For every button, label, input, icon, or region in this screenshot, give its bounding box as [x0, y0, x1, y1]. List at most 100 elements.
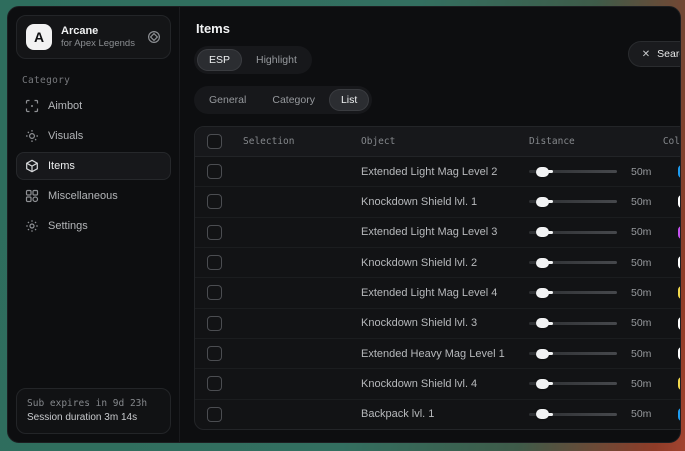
table-row: Knockdown Shield lvl. 2 50m: [195, 248, 681, 278]
distance-value: 50m: [631, 378, 651, 390]
row-checkbox[interactable]: [207, 285, 222, 300]
distance-value: 50m: [631, 348, 651, 360]
table-row: Extended Light Mag Level 3 50m: [195, 218, 681, 248]
distance-value: 50m: [631, 166, 651, 178]
object-name: Knockdown Shield lvl. 3: [361, 317, 529, 329]
sidebar: A Arcane for Apex Legends Category Aimbo…: [8, 7, 180, 442]
column-header-distance: Distance: [529, 136, 651, 147]
sidebar-item-visuals[interactable]: Visuals: [16, 122, 171, 150]
object-name: Extended Light Mag Level 4: [361, 287, 529, 299]
color-swatch[interactable]: [678, 347, 681, 360]
category-label: Category: [22, 75, 165, 86]
distance-slider[interactable]: [529, 382, 617, 385]
distance-slider[interactable]: [529, 200, 617, 203]
object-name: Knockdown Shield lvl. 4: [361, 378, 529, 390]
distance-value: 50m: [631, 317, 651, 329]
session-duration-text: Session duration 3m 14s: [27, 411, 160, 425]
distance-slider[interactable]: [529, 261, 617, 264]
table-header-row: Selection Object Distance Color: [195, 127, 681, 157]
color-swatch[interactable]: [678, 286, 681, 299]
slider-thumb[interactable]: [536, 379, 549, 389]
distance-value: 50m: [631, 226, 651, 238]
tab-category[interactable]: Category: [260, 89, 327, 111]
table-row: Knockdown Shield lvl. 1 50m: [195, 187, 681, 217]
distance-slider[interactable]: [529, 291, 617, 294]
object-name: Extended Heavy Mag Level 1: [361, 348, 529, 360]
sidebar-item-items[interactable]: Items: [16, 152, 171, 180]
column-header-selection: Selection: [243, 136, 361, 147]
session-info-card: Sub expires in 9d 23h Session duration 3…: [16, 388, 171, 434]
mode-tabs: ESPHighlight: [194, 46, 312, 74]
table-body: Extended Light Mag Level 2 50m Knockdown…: [195, 157, 681, 429]
row-checkbox[interactable]: [207, 194, 222, 209]
x-icon: ✕: [642, 49, 650, 60]
object-name: Backpack lvl. 1: [361, 408, 529, 420]
row-checkbox[interactable]: [207, 225, 222, 240]
tab-esp[interactable]: ESP: [197, 49, 242, 71]
tab-list[interactable]: List: [329, 89, 369, 111]
sidebar-item-settings[interactable]: Settings: [16, 212, 171, 240]
table-row: Extended Light Mag Level 2 50m: [195, 157, 681, 187]
page-title: Items: [196, 21, 681, 36]
object-name: Knockdown Shield lvl. 2: [361, 257, 529, 269]
table-row: Knockdown Shield lvl. 3 50m: [195, 309, 681, 339]
row-checkbox[interactable]: [207, 376, 222, 391]
items-table: Selection Object Distance Color Extended…: [194, 126, 681, 430]
view-tabs: GeneralCategoryList: [194, 86, 372, 114]
slider-thumb[interactable]: [536, 258, 549, 268]
slider-thumb[interactable]: [536, 288, 549, 298]
distance-slider[interactable]: [529, 413, 617, 416]
row-checkbox[interactable]: [207, 346, 222, 361]
color-swatch[interactable]: [678, 256, 681, 269]
row-checkbox[interactable]: [207, 407, 222, 422]
distance-slider[interactable]: [529, 322, 617, 325]
row-checkbox[interactable]: [207, 164, 222, 179]
distance-value: 50m: [631, 257, 651, 269]
sidebar-item-miscellaneous[interactable]: Miscellaneous: [16, 182, 171, 210]
table-row: Extended Light Mag Level 4 50m: [195, 278, 681, 308]
select-all-checkbox[interactable]: [207, 134, 222, 149]
gear-icon: [25, 219, 39, 233]
sidebar-item-label: Miscellaneous: [48, 190, 118, 202]
row-checkbox[interactable]: [207, 316, 222, 331]
tab-general[interactable]: General: [197, 89, 258, 111]
search-button[interactable]: ✕ Search: [628, 41, 681, 67]
sidebar-item-label: Visuals: [48, 130, 83, 142]
slider-thumb[interactable]: [536, 167, 549, 177]
table-row: Backpack lvl. 1 50m: [195, 400, 681, 429]
distance-slider[interactable]: [529, 352, 617, 355]
tab-highlight[interactable]: Highlight: [244, 49, 309, 71]
table-row: Extended Heavy Mag Level 1 50m: [195, 339, 681, 369]
color-swatch[interactable]: [678, 165, 681, 178]
slider-thumb[interactable]: [536, 349, 549, 359]
object-name: Knockdown Shield lvl. 1: [361, 196, 529, 208]
app-subtitle: for Apex Legends: [61, 38, 138, 50]
sidebar-item-aimbot[interactable]: Aimbot: [16, 92, 171, 120]
distance-slider[interactable]: [529, 231, 617, 234]
slider-thumb[interactable]: [536, 409, 549, 419]
app-logo: A: [26, 24, 52, 50]
color-swatch[interactable]: [678, 317, 681, 330]
color-swatch[interactable]: [678, 408, 681, 421]
distance-value: 50m: [631, 287, 651, 299]
sub-expires-text: Sub expires in 9d 23h: [27, 397, 160, 411]
color-swatch[interactable]: [678, 195, 681, 208]
color-swatch[interactable]: [678, 377, 681, 390]
grid-icon: [25, 189, 39, 203]
app-window: A Arcane for Apex Legends Category Aimbo…: [7, 6, 681, 443]
box-icon: [25, 159, 39, 173]
app-title: Arcane: [61, 25, 138, 38]
slider-thumb[interactable]: [536, 318, 549, 328]
slider-thumb[interactable]: [536, 227, 549, 237]
slider-thumb[interactable]: [536, 197, 549, 207]
distance-value: 50m: [631, 408, 651, 420]
row-checkbox[interactable]: [207, 255, 222, 270]
distance-slider[interactable]: [529, 170, 617, 173]
sidebar-nav: Aimbot Visuals Items Miscellaneous Settings: [16, 92, 171, 240]
column-header-object: Object: [361, 136, 529, 147]
distance-value: 50m: [631, 196, 651, 208]
scan-icon: [25, 129, 39, 143]
compass-icon[interactable]: [147, 30, 161, 44]
color-swatch[interactable]: [678, 226, 681, 239]
search-button-label: Search: [657, 48, 681, 60]
